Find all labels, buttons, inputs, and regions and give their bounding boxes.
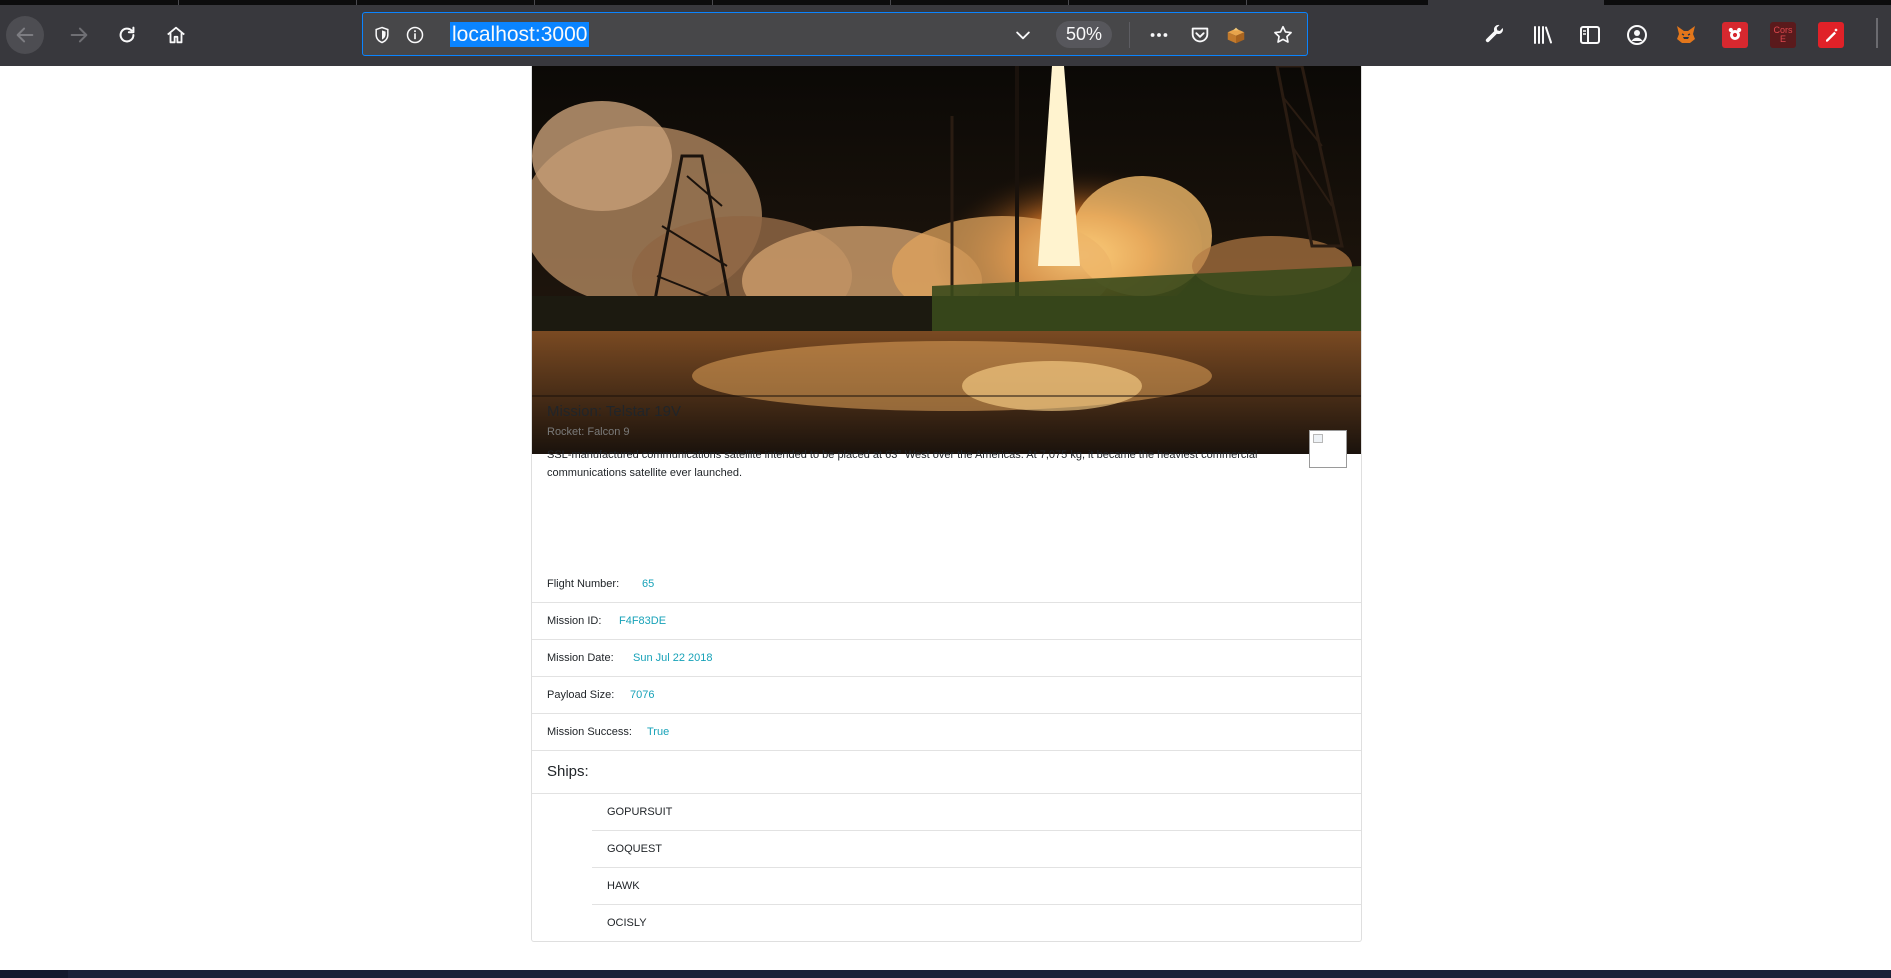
ship-list-item: OCISLY — [592, 905, 1361, 941]
page-actions-ellipsis-icon[interactable] — [1148, 24, 1170, 46]
ship-name: GOPURSUIT — [607, 806, 673, 818]
taskbar-edge — [0, 970, 1891, 978]
pocket-icon[interactable] — [1189, 24, 1211, 46]
mission-id-label: Mission ID: — [547, 615, 602, 627]
flight-number-divider — [532, 566, 1361, 603]
extension-fox-box-icon[interactable] — [1225, 24, 1247, 46]
reload-icon — [119, 26, 135, 43]
mission-success-value: True — [647, 726, 670, 738]
url-bar[interactable]: localhost:3000 50% — [362, 12, 1308, 56]
zoom-level-button[interactable]: 50% — [1056, 21, 1112, 48]
bookmark-star-icon[interactable] — [1272, 24, 1294, 46]
mission-date-value: Sun Jul 22 2018 — [633, 652, 713, 664]
launch-card: Mission: Telstar 19V Rocket: Falcon 9 SS… — [531, 66, 1362, 942]
forward-arrow-icon — [70, 27, 88, 43]
active-tab[interactable] — [1428, 0, 1604, 5]
red-pen-extension-icon[interactable] — [1818, 22, 1844, 48]
ship-name: HAWK — [607, 880, 640, 892]
mission-id-row: Mission ID: F4F83DE — [532, 603, 1361, 640]
ship-list-item: GOQUEST — [592, 831, 1361, 868]
extension-red-icon[interactable] — [1722, 22, 1748, 48]
toolbar-overflow-edge — [1876, 18, 1878, 48]
mission-title: Mission: Telstar 19V — [547, 403, 681, 420]
back-button[interactable] — [6, 16, 44, 54]
mission-id-value: F4F83DE — [619, 615, 667, 627]
ship-list-item: GOPURSUIT — [592, 794, 1361, 831]
broken-image-icon — [1313, 434, 1323, 443]
browser-toolbar: localhost:3000 50% Cors E — [0, 0, 1891, 66]
mission-success-label: Mission Success: — [547, 726, 632, 738]
mission-date-label: Mission Date: — [547, 652, 614, 664]
tab-strip — [0, 0, 1891, 5]
home-icon — [167, 26, 185, 44]
sidebar-icon[interactable] — [1577, 22, 1603, 48]
developer-wrench-icon[interactable] — [1482, 22, 1508, 48]
payload-size-label: Payload Size: — [547, 689, 615, 701]
cors-extension-icon[interactable]: Cors E — [1770, 22, 1796, 48]
ship-list-item: HAWK — [592, 868, 1361, 905]
ship-name: GOQUEST — [607, 843, 663, 855]
forward-button[interactable] — [60, 16, 98, 54]
url-text[interactable]: localhost:3000 — [450, 22, 590, 47]
launch-photo — [532, 66, 1361, 454]
home-button[interactable] — [157, 16, 195, 54]
mission-patch-image — [1309, 430, 1347, 468]
urlbar-divider — [1129, 22, 1130, 48]
account-icon[interactable] — [1624, 22, 1650, 48]
ships-label: Ships: — [547, 763, 589, 780]
mission-date-row: Mission Date: Sun Jul 22 2018 — [532, 640, 1361, 677]
metamask-fox-icon[interactable] — [1673, 22, 1699, 48]
rocket-name: Rocket: Falcon 9 — [547, 426, 630, 438]
chevron-down-icon[interactable] — [1012, 24, 1034, 46]
mission-details: SSL-manufactured communications satellit… — [547, 449, 1258, 479]
ships-header: Ships: — [532, 751, 1361, 794]
back-arrow-icon — [16, 27, 34, 43]
site-info-icon[interactable] — [404, 24, 426, 46]
payload-size-value: 7076 — [630, 689, 655, 701]
ship-name: OCISLY — [607, 917, 647, 929]
tracking-shield-icon[interactable] — [371, 24, 393, 46]
mission-success-row: Mission Success: True — [532, 714, 1361, 751]
page-viewport: Mission: Telstar 19V Rocket: Falcon 9 SS… — [0, 66, 1891, 970]
payload-size-row: Payload Size: 7076 — [532, 677, 1361, 714]
reload-button[interactable] — [108, 16, 146, 54]
library-icon[interactable] — [1530, 22, 1556, 48]
